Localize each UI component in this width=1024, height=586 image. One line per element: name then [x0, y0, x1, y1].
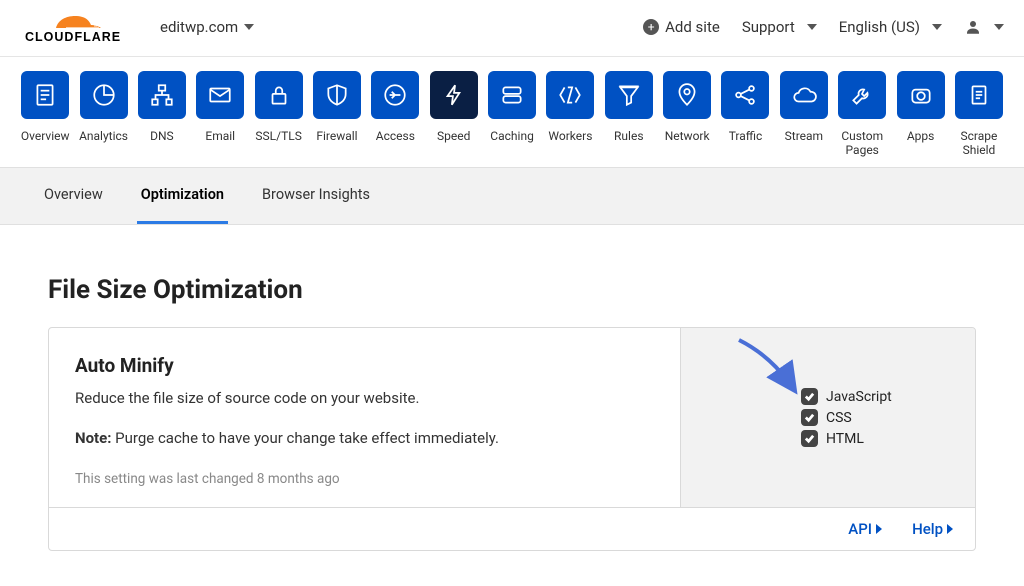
- note-label: Note:: [75, 429, 111, 447]
- nav-speed[interactable]: Speed: [429, 71, 479, 157]
- section-title: File Size Optimization: [48, 275, 976, 305]
- envelope-icon: [207, 82, 233, 108]
- document-icon: [32, 82, 58, 108]
- triangle-right-icon: [947, 524, 953, 534]
- cloudflare-logo[interactable]: CLOUDFLARE: [20, 10, 130, 44]
- note-text: Purge cache to have your change take eff…: [111, 429, 499, 447]
- account-menu[interactable]: [964, 18, 1004, 36]
- caret-down-icon: [932, 24, 942, 30]
- nav-caching[interactable]: Caching: [487, 71, 537, 157]
- site-name: editwp.com: [160, 18, 238, 36]
- nav-custom-pages[interactable]: Custom Pages: [837, 71, 887, 157]
- nav-apps[interactable]: Apps: [895, 71, 945, 157]
- auto-minify-card: Auto Minify Reduce the file size of sour…: [48, 327, 976, 551]
- checkbox-checked-icon: [801, 409, 818, 426]
- language-menu[interactable]: English (US): [839, 18, 942, 36]
- nav-analytics[interactable]: Analytics: [78, 71, 128, 157]
- network-tree-icon: [149, 82, 175, 108]
- location-pin-icon: [674, 82, 700, 108]
- camera-icon: [908, 82, 934, 108]
- nav-stream[interactable]: Stream: [779, 71, 829, 157]
- lock-icon: [266, 82, 292, 108]
- annotation-arrow-icon: [731, 336, 811, 406]
- language-label: English (US): [839, 18, 920, 36]
- plus-circle-icon: +: [643, 19, 659, 35]
- help-link[interactable]: Help: [912, 520, 953, 538]
- nav-network[interactable]: Network: [662, 71, 712, 157]
- caret-down-icon: [994, 24, 1004, 30]
- caret-down-icon: [807, 24, 817, 30]
- share-nodes-icon: [732, 82, 758, 108]
- minify-javascript-option[interactable]: JavaScript: [801, 388, 955, 405]
- triangle-right-icon: [876, 524, 882, 534]
- card-last-changed: This setting was last changed 8 months a…: [75, 471, 654, 487]
- nav-scrape-shield[interactable]: Scrape Shield: [954, 71, 1004, 157]
- nav-overview[interactable]: Overview: [20, 71, 70, 157]
- nav-traffic[interactable]: Traffic: [720, 71, 770, 157]
- nav-access[interactable]: Access: [370, 71, 420, 157]
- subtab-overview[interactable]: Overview: [40, 168, 107, 224]
- minify-css-option[interactable]: CSS: [801, 409, 955, 426]
- nav-email[interactable]: Email: [195, 71, 245, 157]
- speed-subtabs: Overview Optimization Browser Insights: [0, 167, 1024, 225]
- nav-rules[interactable]: Rules: [604, 71, 654, 157]
- subtab-browser-insights[interactable]: Browser Insights: [258, 168, 374, 224]
- card-title: Auto Minify: [75, 354, 654, 377]
- topbar: CLOUDFLARE editwp.com + Add site Support…: [0, 0, 1024, 57]
- api-link[interactable]: API: [848, 520, 882, 538]
- bolt-icon: [441, 82, 467, 108]
- storage-icon: [499, 82, 525, 108]
- card-note: Note: Purge cache to have your change ta…: [75, 429, 654, 447]
- funnel-icon: [616, 82, 642, 108]
- pie-chart-icon: [91, 82, 117, 108]
- cloud-icon: [791, 82, 817, 108]
- user-icon: [964, 18, 982, 36]
- nav-workers[interactable]: Workers: [545, 71, 595, 157]
- nav-firewall[interactable]: Firewall: [312, 71, 362, 157]
- workers-icon: [557, 82, 583, 108]
- shield-icon: [324, 82, 350, 108]
- support-menu[interactable]: Support: [742, 18, 817, 36]
- minify-html-option[interactable]: HTML: [801, 430, 955, 447]
- support-label: Support: [742, 18, 795, 36]
- subtab-optimization[interactable]: Optimization: [137, 168, 228, 224]
- primary-nav: Overview Analytics DNS Email SSL/TLS Fir…: [0, 57, 1024, 157]
- checkbox-checked-icon: [801, 430, 818, 447]
- access-icon: [382, 82, 408, 108]
- page-icon: [966, 82, 992, 108]
- svg-text:CLOUDFLARE: CLOUDFLARE: [25, 30, 121, 44]
- card-description: Reduce the file size of source code on y…: [75, 389, 654, 407]
- wrench-icon: [849, 82, 875, 108]
- content: File Size Optimization Auto Minify Reduc…: [0, 225, 1024, 581]
- nav-ssl-tls[interactable]: SSL/TLS: [253, 71, 303, 157]
- add-site-button[interactable]: + Add site: [643, 18, 720, 36]
- caret-down-icon: [244, 24, 254, 30]
- nav-dns[interactable]: DNS: [137, 71, 187, 157]
- site-selector[interactable]: editwp.com: [160, 18, 254, 36]
- add-site-label: Add site: [665, 18, 720, 36]
